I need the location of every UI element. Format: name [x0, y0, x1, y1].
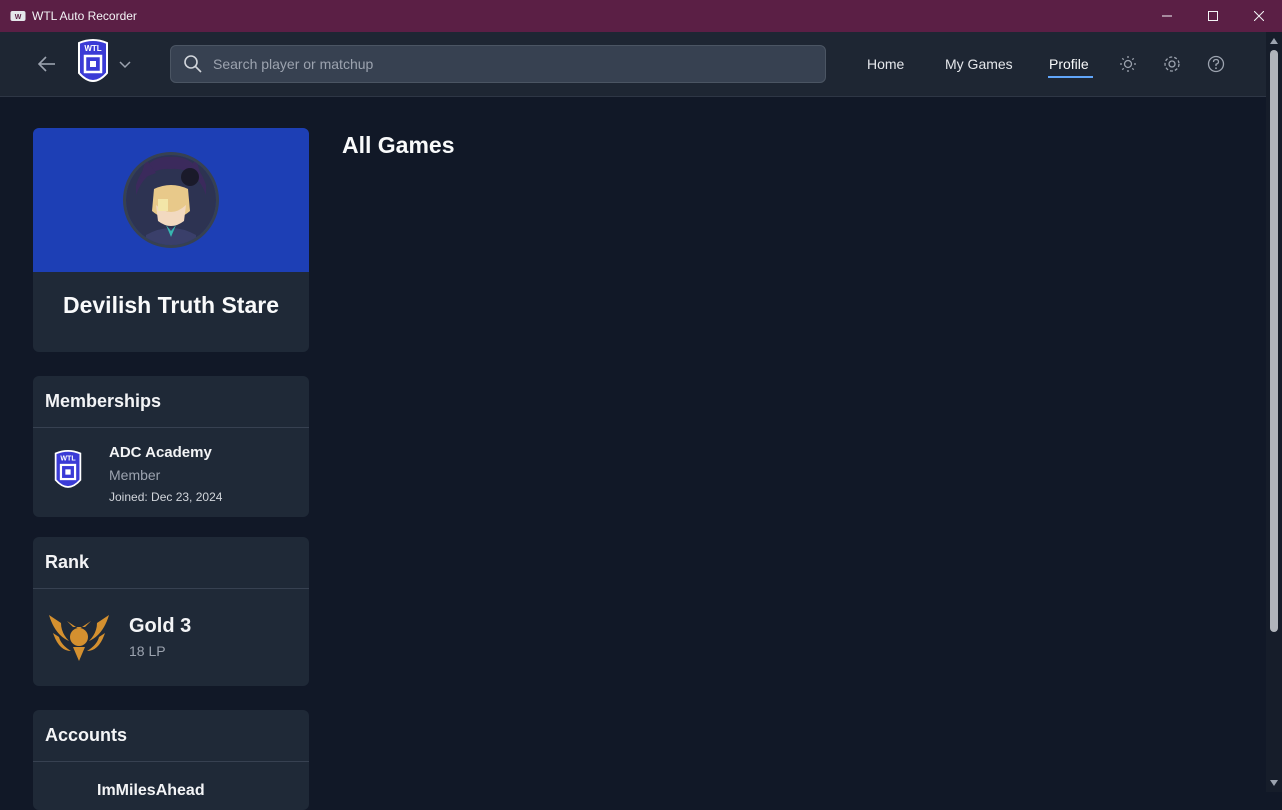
membership-name: ADC Academy [109, 444, 212, 461]
rank-tier: Gold 3 [129, 615, 192, 637]
profile-banner [33, 128, 309, 272]
close-button[interactable] [1236, 0, 1282, 32]
membership-item[interactable]: WTL ADC Academy Member Joined: Dec 23, 2… [33, 428, 309, 516]
maximize-button[interactable] [1190, 0, 1236, 32]
gear-icon [1164, 56, 1180, 72]
nav-profile[interactable]: Profile [1049, 56, 1089, 72]
rank-lp: 18 LP [129, 643, 166, 659]
accounts-card: Accounts ImMilesAhead [33, 710, 309, 810]
scroll-thumb[interactable] [1270, 50, 1278, 632]
svg-text:WTL: WTL [84, 44, 101, 53]
profile-card: Devilish Truth Stare [33, 128, 309, 352]
profile-name: Devilish Truth Stare [62, 292, 279, 318]
settings-button[interactable] [1162, 54, 1182, 74]
wtl-logo[interactable]: WTL [76, 37, 110, 91]
memberships-title: Memberships [33, 376, 309, 428]
vertical-scrollbar[interactable] [1266, 32, 1282, 792]
back-button[interactable] [36, 54, 58, 74]
top-navbar: WTL Home My Games Profile [0, 32, 1266, 97]
rank-title: Rank [33, 537, 309, 589]
search-box[interactable] [170, 45, 826, 83]
back-arrow-icon [38, 56, 55, 72]
help-icon [1207, 55, 1225, 73]
chevron-down-icon [119, 61, 131, 69]
scroll-down-arrow[interactable] [1270, 780, 1278, 786]
window-title: WTL Auto Recorder [32, 9, 137, 23]
close-icon [1254, 11, 1264, 21]
rank-card: Rank Gold 3 18 LP [33, 537, 309, 686]
app-icon: W [10, 10, 26, 22]
avatar[interactable] [123, 152, 219, 248]
minimize-button[interactable] [1144, 0, 1190, 32]
rank-row: Gold 3 18 LP [33, 589, 309, 685]
page-title: All Games [342, 132, 455, 158]
help-button[interactable] [1206, 54, 1226, 74]
maximize-icon [1208, 11, 1218, 21]
search-icon [184, 55, 202, 73]
account-item[interactable]: ImMilesAhead [97, 782, 205, 800]
membership-joined-date: Joined: Dec 23, 2024 [109, 490, 223, 504]
nav-home[interactable]: Home [867, 56, 904, 72]
search-input[interactable] [213, 56, 793, 72]
svg-text:W: W [15, 14, 22, 21]
sun-icon [1120, 56, 1136, 72]
membership-role: Member [109, 467, 161, 483]
accounts-title: Accounts [33, 710, 309, 762]
svg-text:WTL: WTL [60, 456, 76, 463]
active-tab-indicator [1048, 76, 1093, 78]
title-bar: W WTL Auto Recorder [0, 0, 1282, 32]
nav-my-games[interactable]: My Games [945, 56, 1013, 72]
academy-logo-icon: WTL [53, 448, 83, 496]
scroll-up-arrow[interactable] [1270, 38, 1278, 44]
memberships-card: Memberships WTL ADC Academy Member Joine… [33, 376, 309, 517]
logo-dropdown-button[interactable] [118, 57, 132, 71]
theme-toggle-button[interactable] [1118, 54, 1138, 74]
minimize-icon [1162, 15, 1172, 17]
gold-rank-emblem-icon [47, 611, 111, 663]
